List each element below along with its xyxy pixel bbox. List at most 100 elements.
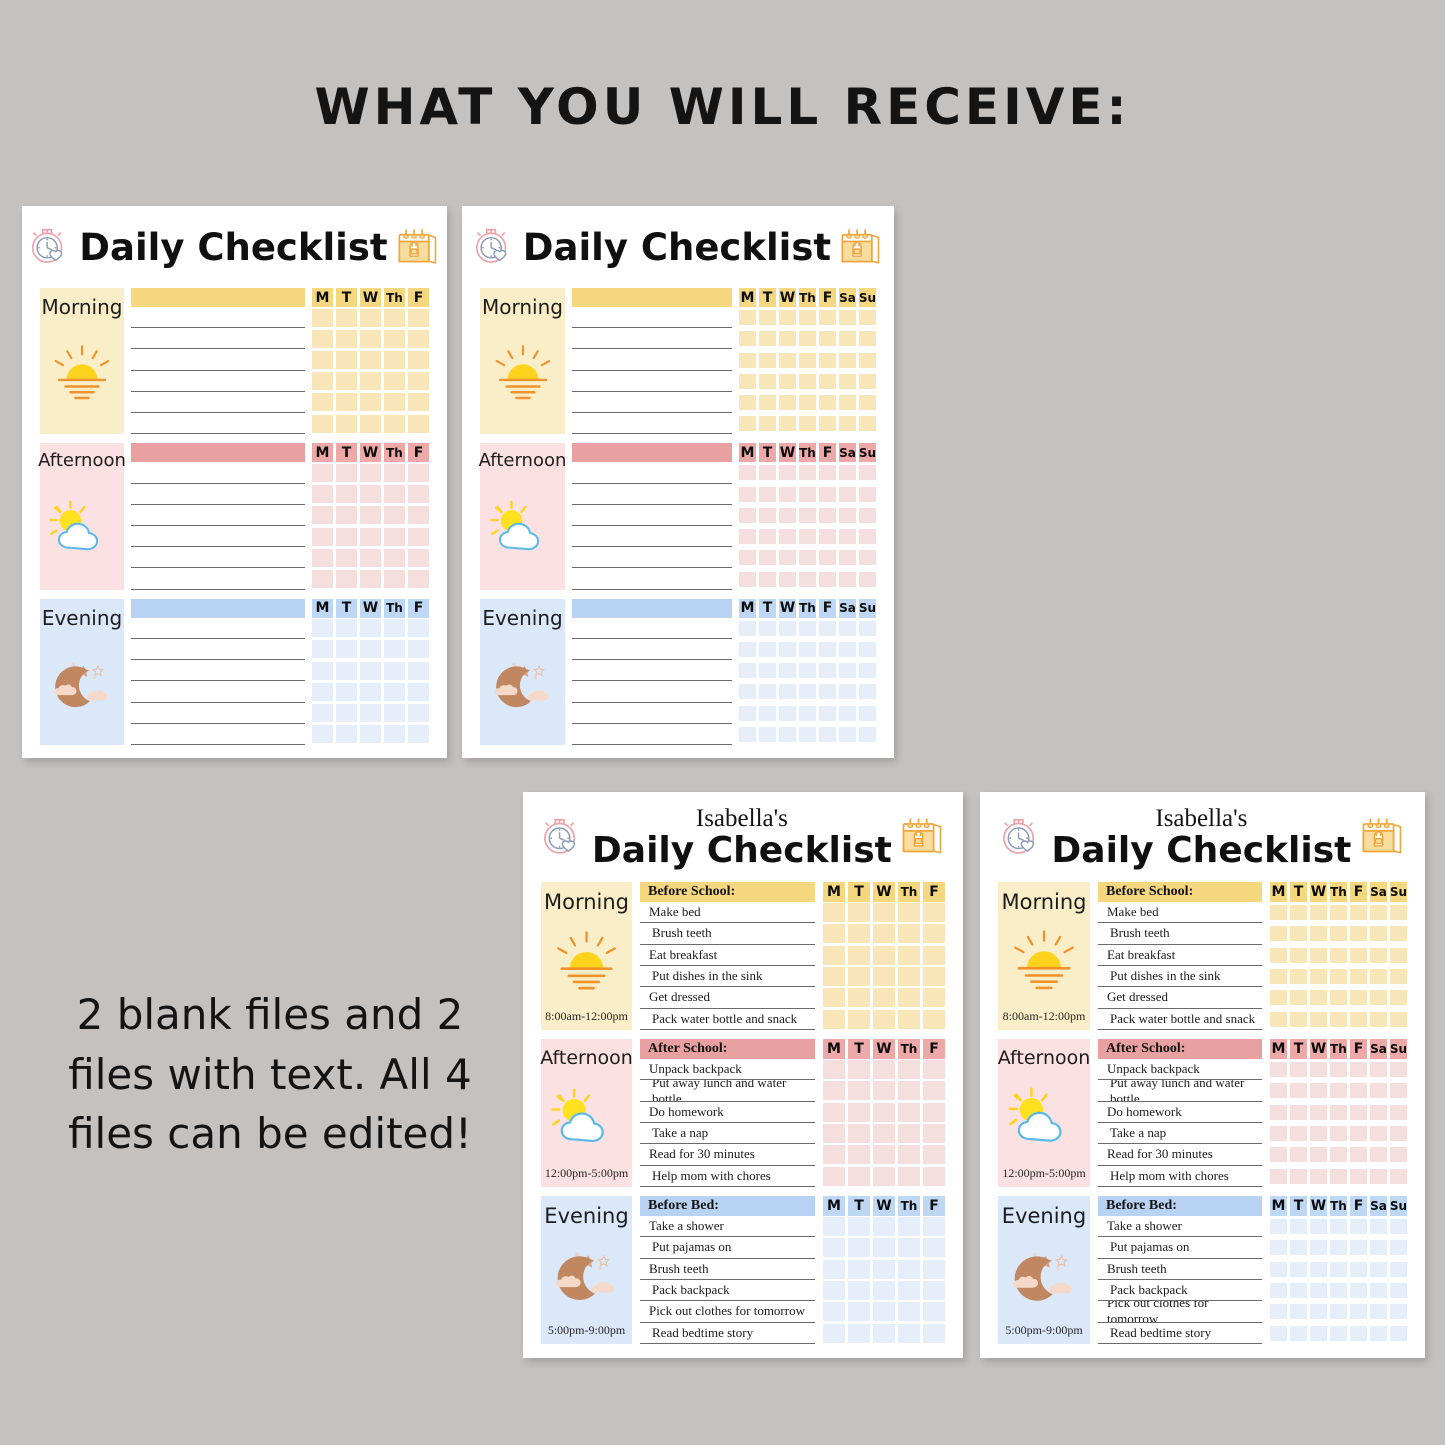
task-row[interactable]: Take a shower xyxy=(1098,1216,1262,1238)
checkbox-cell[interactable] xyxy=(360,570,381,589)
checkbox-cell[interactable] xyxy=(799,641,816,657)
checkbox-cell[interactable] xyxy=(848,1102,870,1122)
checkbox-cell[interactable] xyxy=(384,485,405,504)
checkbox-cell[interactable] xyxy=(823,1281,845,1301)
checkbox-cell[interactable] xyxy=(1390,905,1407,921)
checkbox-cell[interactable] xyxy=(360,414,381,433)
checkbox-cell[interactable] xyxy=(923,967,945,987)
checkbox-cell[interactable] xyxy=(848,945,870,965)
checkbox-cell[interactable] xyxy=(1270,990,1287,1006)
checkbox-cell[interactable] xyxy=(1330,1304,1347,1320)
checkbox-cell[interactable] xyxy=(336,682,357,701)
checkbox-cell[interactable] xyxy=(873,1102,895,1122)
checkbox-cell[interactable] xyxy=(799,529,816,545)
checkbox-cell[interactable] xyxy=(799,571,816,587)
task-row[interactable]: Pick out clothes for tomorrow xyxy=(1098,1301,1262,1323)
checkbox-cell[interactable] xyxy=(336,661,357,680)
task-row[interactable] xyxy=(572,462,732,484)
task-row[interactable]: Take a nap xyxy=(640,1123,815,1145)
checkbox-cell[interactable] xyxy=(739,416,756,432)
checkbox-cell[interactable] xyxy=(1270,1083,1287,1099)
checkbox-cell[interactable] xyxy=(823,1323,845,1343)
checkbox-cell[interactable] xyxy=(312,548,333,567)
checkbox-cell[interactable] xyxy=(1370,1147,1387,1163)
checkbox-cell[interactable] xyxy=(1370,1083,1387,1099)
task-row[interactable]: Pack backpack xyxy=(640,1280,815,1302)
checkbox-cell[interactable] xyxy=(1370,969,1387,985)
checkbox-cell[interactable] xyxy=(839,394,856,410)
checkbox-cell[interactable] xyxy=(739,663,756,679)
checkbox-cell[interactable] xyxy=(1330,926,1347,942)
task-row[interactable] xyxy=(131,371,305,392)
checkbox-cell[interactable] xyxy=(799,394,816,410)
checkbox-cell[interactable] xyxy=(779,352,796,368)
checkbox-cell[interactable] xyxy=(873,967,895,987)
checkbox-cell[interactable] xyxy=(848,903,870,923)
task-row[interactable] xyxy=(131,547,305,569)
checkbox-cell[interactable] xyxy=(1270,1283,1287,1299)
checkbox-cell[interactable] xyxy=(739,331,756,347)
checkbox-cell[interactable] xyxy=(799,331,816,347)
checkbox-cell[interactable] xyxy=(1270,1325,1287,1341)
checkbox-cell[interactable] xyxy=(799,684,816,700)
checkbox-cell[interactable] xyxy=(799,663,816,679)
checkbox-cell[interactable] xyxy=(923,1302,945,1322)
checkbox-cell[interactable] xyxy=(336,570,357,589)
checkbox-cell[interactable] xyxy=(898,1145,920,1165)
checkbox-cell[interactable] xyxy=(759,394,776,410)
checkbox-cell[interactable] xyxy=(408,682,429,701)
checkbox-cell[interactable] xyxy=(848,1060,870,1080)
checkbox-cell[interactable] xyxy=(1330,1219,1347,1235)
task-row[interactable] xyxy=(572,660,732,682)
checkbox-cell[interactable] xyxy=(1310,1261,1327,1277)
checkbox-cell[interactable] xyxy=(759,641,776,657)
checkbox-cell[interactable] xyxy=(336,527,357,546)
card-blank-7day[interactable]: Daily Checklist Morning MTWTh F Sa Su Af… xyxy=(462,206,894,758)
checkbox-cell[interactable] xyxy=(1370,1168,1387,1184)
checkbox-cell[interactable] xyxy=(1290,1325,1307,1341)
checkbox-cell[interactable] xyxy=(360,682,381,701)
checkbox-cell[interactable] xyxy=(312,329,333,348)
checkbox-cell[interactable] xyxy=(1270,969,1287,985)
checkbox-cell[interactable] xyxy=(873,1259,895,1279)
checkbox-cell[interactable] xyxy=(823,1102,845,1122)
task-row[interactable] xyxy=(572,505,732,526)
checkbox-cell[interactable] xyxy=(923,988,945,1008)
task-row[interactable] xyxy=(572,547,732,569)
checkbox-cell[interactable] xyxy=(923,1217,945,1237)
task-row[interactable]: Put dishes in the sink xyxy=(1098,966,1262,988)
checkbox-cell[interactable] xyxy=(779,550,796,566)
checkbox-cell[interactable] xyxy=(873,1081,895,1101)
checkbox-cell[interactable] xyxy=(1270,1104,1287,1120)
checkbox-cell[interactable] xyxy=(898,1281,920,1301)
checkbox-cell[interactable] xyxy=(848,1124,870,1144)
checkbox-cell[interactable] xyxy=(384,414,405,433)
checkbox-cell[interactable] xyxy=(336,704,357,723)
checkbox-cell[interactable] xyxy=(336,548,357,567)
checkbox-cell[interactable] xyxy=(1330,969,1347,985)
checkbox-cell[interactable] xyxy=(859,465,876,481)
checkbox-cell[interactable] xyxy=(312,414,333,433)
checkbox-cell[interactable] xyxy=(1390,1011,1407,1027)
checkbox-cell[interactable] xyxy=(384,704,405,723)
checkbox-cell[interactable] xyxy=(779,310,796,326)
checkbox-cell[interactable] xyxy=(923,1238,945,1258)
checkbox-cell[interactable] xyxy=(336,414,357,433)
checkbox-cell[interactable] xyxy=(1270,926,1287,942)
checkbox-cell[interactable] xyxy=(384,393,405,412)
checkbox-cell[interactable] xyxy=(839,310,856,326)
checkbox-cell[interactable] xyxy=(1330,1104,1347,1120)
task-row[interactable] xyxy=(131,568,305,590)
checkbox-cell[interactable] xyxy=(859,571,876,587)
checkbox-cell[interactable] xyxy=(859,663,876,679)
checkbox-cell[interactable] xyxy=(1370,1219,1387,1235)
checkbox-cell[interactable] xyxy=(898,1259,920,1279)
checkbox-cell[interactable] xyxy=(408,463,429,482)
checkbox-cell[interactable] xyxy=(360,485,381,504)
checkbox-cell[interactable] xyxy=(819,373,836,389)
checkbox-cell[interactable] xyxy=(823,1166,845,1186)
checkbox-cell[interactable] xyxy=(873,1124,895,1144)
task-row[interactable]: Read bedtime story xyxy=(640,1323,815,1344)
checkbox-cell[interactable] xyxy=(848,967,870,987)
checkbox-cell[interactable] xyxy=(779,726,796,742)
